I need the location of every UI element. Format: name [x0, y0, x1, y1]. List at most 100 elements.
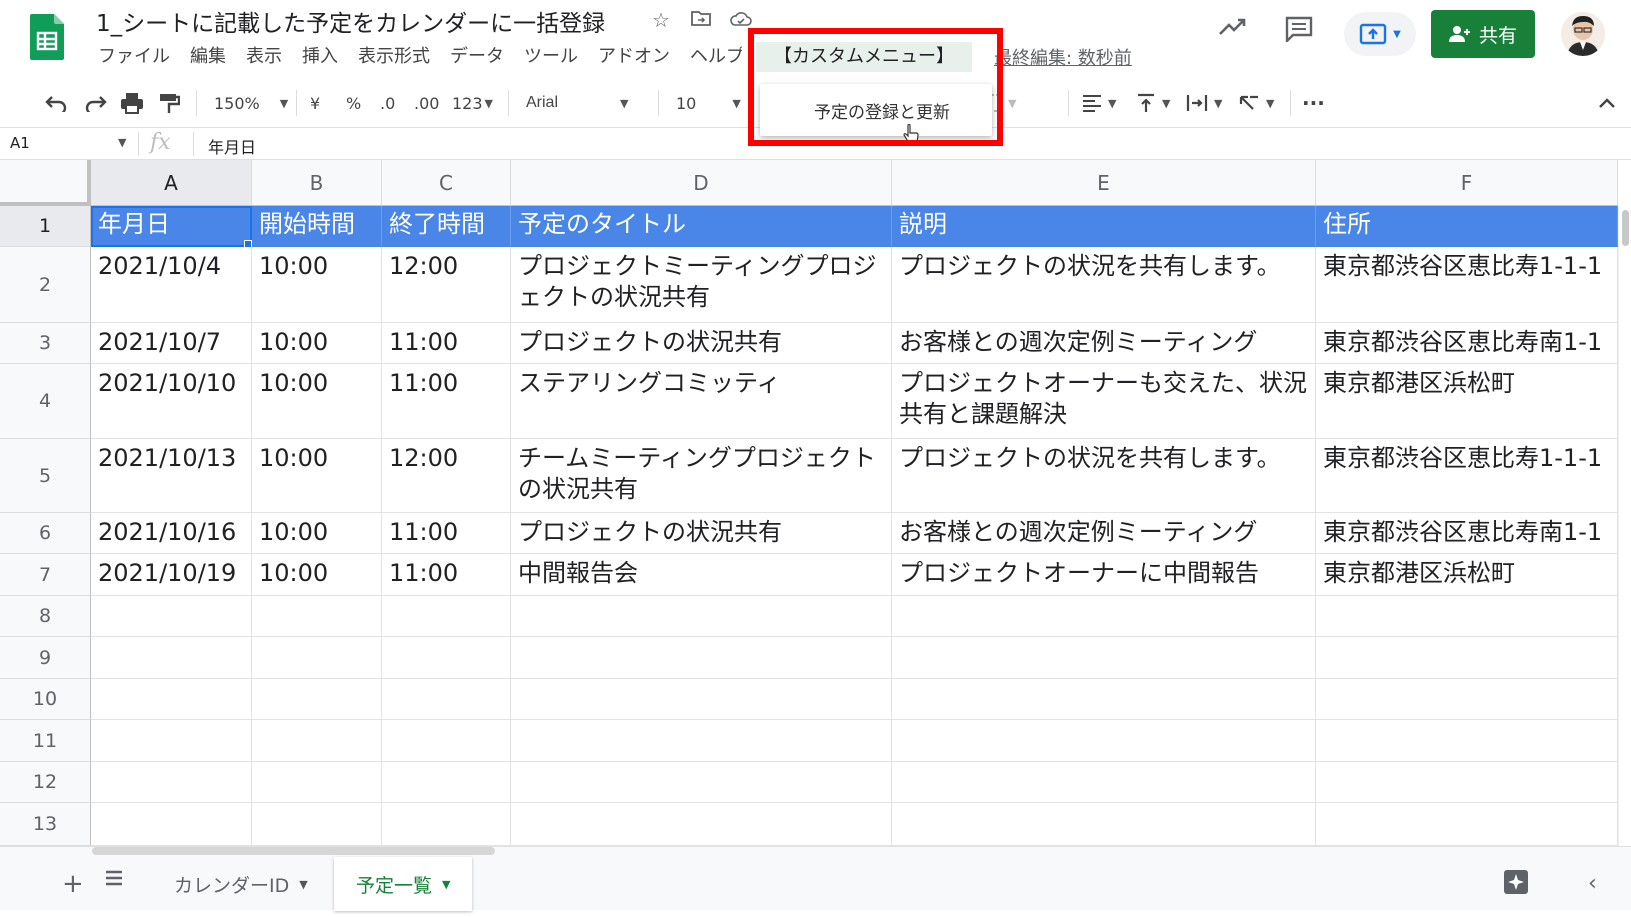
document-title[interactable]: 1_シートに記載した予定をカレンダーに一括登録: [96, 4, 605, 38]
cell-date[interactable]: [91, 803, 252, 846]
cell-title[interactable]: プロジェクトの状況共有: [511, 513, 892, 554]
cell-date[interactable]: 2021/10/13: [91, 439, 252, 513]
cell-start[interactable]: [252, 720, 382, 762]
cell-date[interactable]: [91, 679, 252, 720]
chevron-down-icon[interactable]: ▼: [442, 878, 450, 891]
undo-icon[interactable]: [44, 88, 68, 118]
row-header[interactable]: 1: [0, 206, 91, 247]
cell-date[interactable]: 2021/10/4: [91, 247, 252, 323]
cell-end[interactable]: 11:00: [382, 323, 511, 364]
menu-item-register-update[interactable]: 予定の登録と更新: [814, 98, 950, 123]
cell-start[interactable]: [252, 596, 382, 637]
horizontal-scroll-thumb[interactable]: [92, 847, 495, 855]
cell-end[interactable]: 11:00: [382, 554, 511, 596]
cell-end[interactable]: 12:00: [382, 247, 511, 323]
cell-desc[interactable]: プロジェクトの状況を共有します。: [892, 439, 1316, 513]
column-header-a[interactable]: A: [91, 160, 252, 206]
sheet-tab-schedule-list[interactable]: 予定一覧 ▼: [334, 857, 473, 911]
cell-end[interactable]: [382, 803, 511, 846]
chevron-down-icon[interactable]: ▼: [299, 878, 307, 891]
font-size-select[interactable]: 10 ▼: [676, 88, 741, 118]
move-folder-icon[interactable]: [688, 8, 714, 32]
more-formats-button[interactable]: 123 ▼: [452, 88, 493, 118]
row-header[interactable]: 11: [0, 720, 91, 762]
cell-desc[interactable]: 説明: [892, 206, 1316, 247]
paint-format-icon[interactable]: [158, 88, 180, 118]
cell-desc[interactable]: プロジェクトオーナーも交えた、状況共有と課題解決: [892, 364, 1316, 439]
cell-end[interactable]: [382, 762, 511, 803]
cell-desc[interactable]: プロジェクトの状況を共有します。: [892, 247, 1316, 323]
chevron-down-icon[interactable]: ▼: [118, 136, 126, 149]
cell-title[interactable]: 中間報告会: [511, 554, 892, 596]
cell-address[interactable]: 東京都渋谷区恵比寿南1-1: [1316, 513, 1618, 554]
cell-date[interactable]: [91, 762, 252, 803]
sheets-logo-icon[interactable]: [30, 14, 64, 60]
cell-end[interactable]: 終了時間: [382, 206, 511, 247]
vertical-scroll-thumb[interactable]: [1622, 210, 1629, 246]
cell-title[interactable]: ステアリングコミッティ: [511, 364, 892, 439]
cell-address[interactable]: 東京都港区浜松町: [1316, 364, 1618, 439]
row-header[interactable]: 3: [0, 323, 91, 364]
cell-title[interactable]: プロジェクトの状況共有: [511, 323, 892, 364]
row-header[interactable]: 2: [0, 247, 91, 323]
cell-desc[interactable]: [892, 803, 1316, 846]
cell-address[interactable]: 東京都渋谷区恵比寿1-1-1: [1316, 439, 1618, 513]
cell-desc[interactable]: [892, 596, 1316, 637]
row-header[interactable]: 6: [0, 513, 91, 554]
cell-address[interactable]: [1316, 596, 1618, 637]
print-icon[interactable]: [120, 88, 144, 118]
cell-start[interactable]: [252, 803, 382, 846]
cell-address[interactable]: 東京都港区浜松町: [1316, 554, 1618, 596]
column-header-f[interactable]: F: [1316, 160, 1618, 206]
cell-title[interactable]: [511, 637, 892, 679]
menu-data[interactable]: データ: [440, 42, 514, 72]
cell-date[interactable]: 2021/10/7: [91, 323, 252, 364]
all-sheets-icon[interactable]: [104, 869, 124, 891]
sheet-tab-calendar-id[interactable]: カレンダーID ▼: [152, 857, 330, 911]
column-header-e[interactable]: E: [892, 160, 1316, 206]
cell-title[interactable]: [511, 596, 892, 637]
cell-address[interactable]: 住所: [1316, 206, 1618, 247]
text-rotation-icon[interactable]: ▼: [1238, 88, 1274, 118]
cell-desc[interactable]: [892, 679, 1316, 720]
add-sheet-icon[interactable]: +: [62, 869, 84, 899]
column-header-b[interactable]: B: [252, 160, 382, 206]
cell-date[interactable]: 2021/10/16: [91, 513, 252, 554]
column-header-d[interactable]: D: [511, 160, 892, 206]
activity-dashboard-icon[interactable]: [1218, 14, 1248, 40]
collapse-toolbar-icon[interactable]: [1598, 88, 1616, 118]
fill-handle[interactable]: [244, 240, 252, 248]
cell-start[interactable]: 10:00: [252, 513, 382, 554]
menu-insert[interactable]: 挿入: [292, 42, 348, 72]
cell-end[interactable]: [382, 720, 511, 762]
menu-format[interactable]: 表示形式: [348, 42, 440, 72]
cell-address[interactable]: [1316, 762, 1618, 803]
increase-decimal-button[interactable]: .00: [414, 88, 439, 118]
currency-format-button[interactable]: ¥: [310, 88, 320, 118]
menu-view[interactable]: 表示: [236, 42, 292, 72]
cell-start[interactable]: 10:00: [252, 364, 382, 439]
cell-end[interactable]: 12:00: [382, 439, 511, 513]
row-header[interactable]: 13: [0, 803, 91, 846]
user-avatar[interactable]: [1561, 12, 1605, 56]
cell-desc[interactable]: [892, 762, 1316, 803]
row-header[interactable]: 9: [0, 637, 91, 679]
share-button[interactable]: 共有: [1431, 10, 1535, 58]
cell-address[interactable]: [1316, 720, 1618, 762]
menu-file[interactable]: ファイル: [88, 42, 180, 72]
redo-icon[interactable]: [84, 88, 108, 118]
cell-title[interactable]: チームミーティングプロジェクトの状況共有: [511, 439, 892, 513]
vertical-align-icon[interactable]: ▼: [1136, 88, 1170, 118]
percent-format-button[interactable]: %: [346, 88, 361, 118]
row-header[interactable]: 8: [0, 596, 91, 637]
menu-tools[interactable]: ツール: [514, 42, 588, 72]
select-all-corner[interactable]: [0, 160, 91, 206]
cell-desc[interactable]: お客様との週次定例ミーティング: [892, 323, 1316, 364]
decrease-decimal-button[interactable]: .0: [380, 88, 395, 118]
row-header[interactable]: 4: [0, 364, 91, 439]
column-header-c[interactable]: C: [382, 160, 511, 206]
cell-end[interactable]: [382, 637, 511, 679]
zoom-select[interactable]: 150% ▼: [214, 88, 288, 118]
cell-end[interactable]: [382, 679, 511, 720]
cell-start[interactable]: [252, 637, 382, 679]
